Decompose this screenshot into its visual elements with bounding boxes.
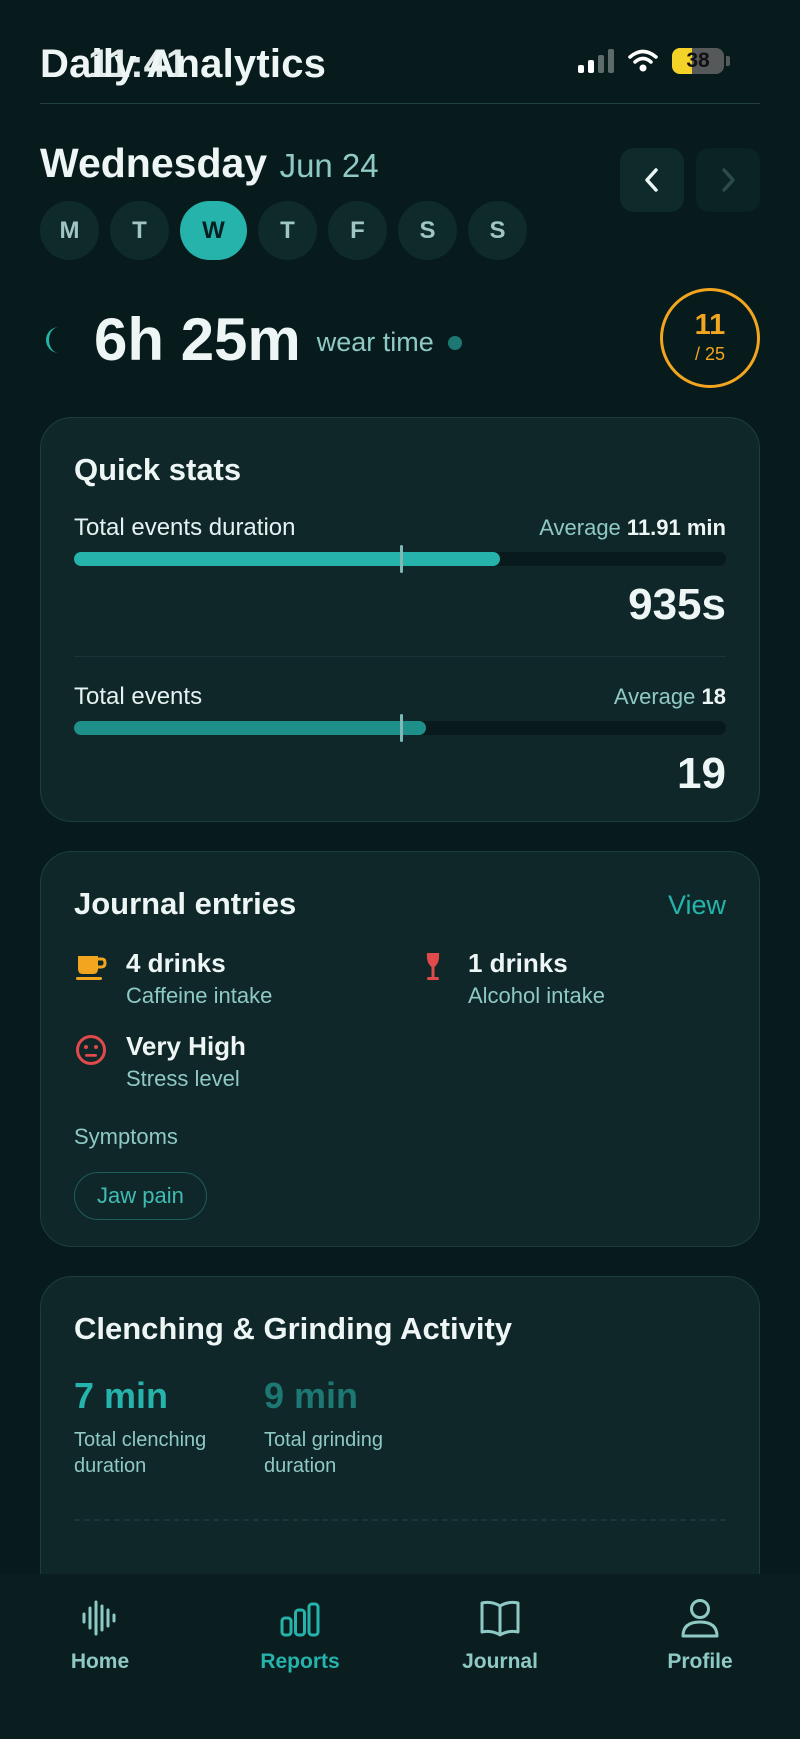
score-value: 11: [694, 309, 726, 341]
day-pill-3[interactable]: T: [258, 201, 317, 260]
day-pill-1[interactable]: T: [110, 201, 169, 260]
status-time: 11:41: [88, 42, 189, 86]
chart-gridline: [74, 1519, 726, 1521]
wifi-icon: [628, 49, 658, 72]
moon-icon: [46, 326, 59, 353]
cellular-signal-icon: [578, 49, 614, 73]
chevron-left-icon: [645, 168, 658, 192]
caffeine-label: Caffeine intake: [126, 983, 273, 1008]
duration-stat-header: Total events duration Average 11.91 min: [74, 514, 726, 542]
stress-face-icon: [76, 1035, 106, 1065]
wear-time-label: wear time: [316, 327, 434, 357]
quick-stats-card: Quick stats Total events duration Averag…: [40, 417, 760, 822]
day-pill-5[interactable]: S: [398, 201, 457, 260]
nav-home[interactable]: Home: [0, 1596, 200, 1739]
weekday-label: Wednesday: [40, 140, 268, 186]
symptoms-label: Symptoms: [74, 1124, 178, 1149]
wear-time-value: 6h 25m: [94, 306, 301, 373]
wear-time: 6h 25m wear time: [40, 305, 462, 374]
duration-average-value: 11.91 min: [626, 515, 726, 540]
next-day-button[interactable]: [696, 148, 760, 212]
day-pill-4[interactable]: F: [328, 201, 387, 260]
events-average: Average 18: [614, 684, 726, 710]
chevron-right-icon: [722, 168, 735, 192]
status-icons: 38: [578, 48, 730, 74]
nav-profile-label: Profile: [667, 1650, 733, 1673]
average-prefix: Average: [613, 684, 696, 709]
nav-reports-label: Reports: [260, 1650, 340, 1673]
day-pill-6[interactable]: S: [468, 201, 527, 260]
journal-entry-caffeine: 4 drinks Caffeine intake: [74, 948, 416, 1009]
cup-icon: [76, 956, 107, 980]
journal-card: Journal entries View 4 drinks Caffeine i…: [40, 851, 760, 1247]
battery-cap: [726, 56, 730, 66]
clenching-value: 7 min: [74, 1375, 169, 1416]
battery-icon: 38: [672, 48, 724, 74]
journal-entries: 4 drinks Caffeine intake 1 drinks Alcoho…: [74, 948, 726, 1092]
person-icon: [681, 1599, 719, 1638]
events-value: 19: [677, 749, 726, 798]
previous-day-button[interactable]: [620, 148, 684, 212]
book-icon: [480, 1600, 520, 1637]
waveform-icon: [82, 1600, 116, 1636]
stress-label: Stress level: [126, 1066, 240, 1091]
duration-progress-fill: [74, 552, 501, 566]
score-total: / 25: [694, 344, 726, 364]
average-prefix: Average: [539, 515, 621, 540]
alcohol-label: Alcohol intake: [468, 983, 605, 1008]
nav-journal[interactable]: Journal: [400, 1596, 600, 1739]
duration-progress-bar: [74, 545, 726, 573]
grinding-value: 9 min: [264, 1375, 359, 1416]
wine-glass-icon: [426, 953, 440, 980]
nav-profile[interactable]: Profile: [600, 1596, 800, 1739]
nav-reports[interactable]: Reports: [200, 1596, 400, 1739]
bars-icon: [280, 1602, 320, 1637]
events-stat-header: Total events Average 18: [74, 683, 726, 711]
journal-title: Journal entries: [74, 886, 297, 921]
header: Daily Analytics 11:41 38: [40, 30, 760, 104]
nav-journal-label: Journal: [462, 1650, 538, 1673]
journal-entry-alcohol: 1 drinks Alcohol intake: [416, 948, 726, 1009]
clenching-stat: 7 min Total clenching duration: [74, 1375, 224, 1479]
events-average-value: 18: [701, 684, 726, 709]
battery-level: 38: [686, 49, 710, 72]
week-day-selector: MTWTFSS: [40, 201, 527, 260]
daily-score-ring[interactable]: 11 / 25: [660, 288, 760, 388]
month-day-label: Jun 24: [279, 147, 379, 184]
quick-stats-title: Quick stats: [74, 452, 242, 487]
duration-average: Average 11.91 min: [539, 515, 726, 541]
events-progress-fill: [74, 721, 427, 735]
activity-stats: 7 min Total clenching duration 9 min Tot…: [74, 1375, 726, 1479]
caffeine-value: 4 drinks: [126, 948, 226, 978]
day-pill-2[interactable]: W: [180, 201, 247, 260]
events-progress-bar: [74, 714, 726, 742]
journal-view-link[interactable]: View: [668, 890, 726, 921]
grinding-stat: 9 min Total grinding duration: [264, 1375, 414, 1479]
events-average-marker: [400, 714, 403, 742]
nav-home-label: Home: [70, 1650, 130, 1673]
alcohol-value: 1 drinks: [468, 948, 568, 978]
date-navigation: [620, 148, 760, 212]
events-label: Total events: [74, 683, 203, 710]
date-heading: Wednesday Jun 24: [40, 140, 379, 187]
grinding-label: Total grinding duration: [264, 1429, 383, 1477]
duration-average-marker: [400, 545, 403, 573]
bottom-navigation: Home Reports Journal Profile: [0, 1574, 800, 1739]
clenching-label: Total clenching duration: [74, 1429, 207, 1477]
duration-value: 935s: [628, 580, 726, 629]
day-pill-0[interactable]: M: [40, 201, 99, 260]
stress-value: Very High: [126, 1031, 246, 1061]
wear-status-dot: [447, 335, 462, 350]
journal-entry-stress: Very High Stress level: [74, 1031, 416, 1092]
divider: [74, 656, 726, 657]
duration-label: Total events duration: [74, 514, 296, 541]
symptom-chip[interactable]: Jaw pain: [74, 1172, 207, 1220]
activity-title: Clenching & Grinding Activity: [74, 1311, 513, 1346]
